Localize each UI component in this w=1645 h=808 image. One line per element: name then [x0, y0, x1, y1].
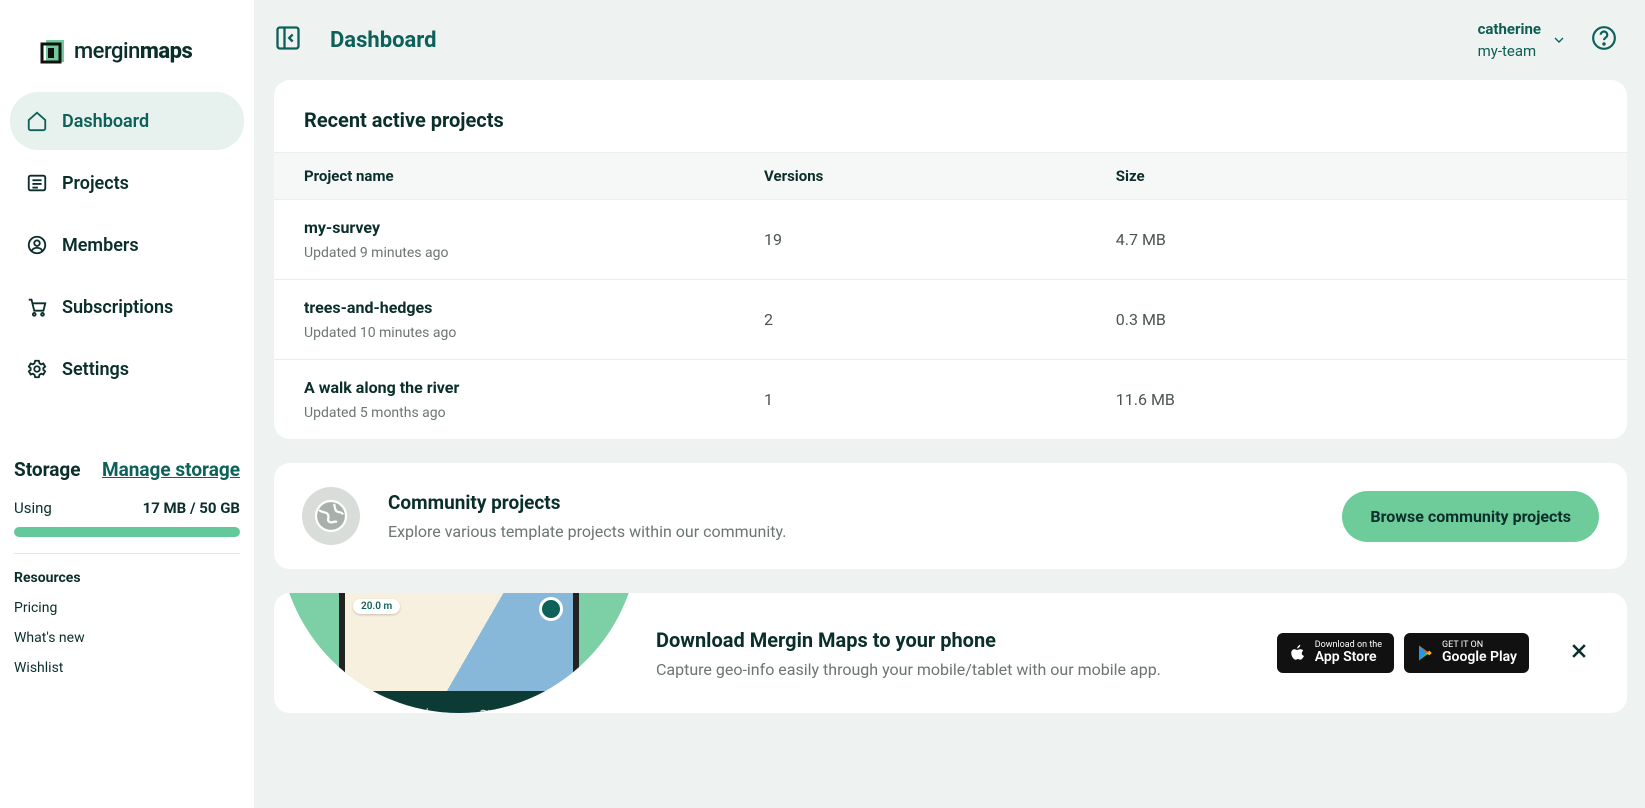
table-row[interactable]: my-survey Updated 9 minutes ago 19 4.7 M…	[274, 200, 1627, 280]
project-name: trees-and-hedges	[304, 298, 704, 317]
sidebar-item-projects[interactable]: Projects	[10, 154, 244, 212]
col-header-versions[interactable]: Versions	[734, 153, 1086, 200]
brand-text-1: mergin	[74, 39, 140, 64]
home-icon	[26, 110, 48, 132]
download-app-card: 20.0 m ⟳Sync ＋Add ≋Layers ⋯More Download…	[274, 593, 1627, 713]
project-size: 11.6 MB	[1086, 360, 1627, 440]
apple-icon	[1289, 643, 1307, 663]
main: Dashboard catherine my-team Recent activ…	[254, 0, 1645, 808]
play-big: Google Play	[1442, 650, 1517, 665]
brand-icon	[38, 36, 68, 66]
download-title: Download Mergin Maps to your phone	[656, 628, 1277, 652]
phone-distance-badge: 20.0 m	[353, 599, 400, 614]
recent-projects-table: Project name Versions Size my-survey Upd…	[274, 152, 1627, 439]
help-icon	[1591, 25, 1617, 51]
community-title: Community projects	[388, 491, 786, 514]
resource-link-wishlist[interactable]: Wishlist	[14, 660, 240, 676]
chevron-down-icon	[1551, 32, 1567, 48]
page-title: Dashboard	[330, 28, 437, 53]
project-size: 0.3 MB	[1086, 280, 1627, 360]
community-subtitle: Explore various template projects within…	[388, 522, 786, 541]
community-projects-card: Community projects Explore various templ…	[274, 463, 1627, 569]
sidebar-item-dashboard[interactable]: Dashboard	[10, 92, 244, 150]
resource-link-pricing[interactable]: Pricing	[14, 600, 240, 616]
location-icon	[539, 597, 563, 621]
cart-icon	[26, 296, 48, 318]
globe-icon	[302, 487, 360, 545]
sidebar: merginmaps Dashboard Projects Members Su…	[0, 0, 254, 808]
content: Recent active projects Project name Vers…	[254, 80, 1645, 731]
manage-storage-link[interactable]: Manage storage	[102, 458, 240, 481]
user-icon	[26, 234, 48, 256]
recent-projects-card: Recent active projects Project name Vers…	[274, 80, 1627, 439]
appstore-big: App Store	[1315, 650, 1382, 665]
storage-using-value: 17 MB / 50 GB	[143, 499, 240, 517]
project-updated: Updated 5 months ago	[304, 405, 704, 421]
resources-title: Resources	[14, 570, 240, 586]
storage-panel: Storage Manage storage Using 17 MB / 50 …	[10, 458, 244, 690]
project-size: 4.7 MB	[1086, 200, 1627, 280]
sidebar-item-subscriptions[interactable]: Subscriptions	[10, 278, 244, 336]
panel-collapse-icon	[274, 24, 302, 52]
sidebar-item-settings[interactable]: Settings	[10, 340, 244, 398]
table-row[interactable]: A walk along the river Updated 5 months …	[274, 360, 1627, 440]
sidebar-item-label: Subscriptions	[62, 297, 173, 318]
download-subtitle: Capture geo-info easily through your mob…	[656, 660, 1277, 679]
topbar: Dashboard catherine my-team	[254, 0, 1645, 80]
recent-projects-title: Recent active projects	[274, 108, 1627, 152]
user-team: my-team	[1478, 42, 1537, 60]
project-versions: 1	[734, 360, 1086, 440]
resource-link-whatsnew[interactable]: What's new	[14, 630, 240, 646]
table-row[interactable]: trees-and-hedges Updated 10 minutes ago …	[274, 280, 1627, 360]
list-icon	[26, 172, 48, 194]
browse-community-button[interactable]: Browse community projects	[1342, 491, 1599, 542]
play-icon	[1416, 643, 1434, 663]
sidebar-item-members[interactable]: Members	[10, 216, 244, 274]
col-header-name[interactable]: Project name	[274, 153, 734, 200]
sidebar-item-label: Dashboard	[62, 111, 149, 132]
project-name: A walk along the river	[304, 378, 704, 397]
divider	[14, 553, 240, 554]
sidebar-nav: Dashboard Projects Members Subscriptions…	[10, 92, 244, 398]
sidebar-item-label: Settings	[62, 359, 129, 380]
brand-logo[interactable]: merginmaps	[10, 18, 244, 92]
google-play-button[interactable]: GET IT ONGoogle Play	[1404, 633, 1529, 673]
storage-title: Storage	[14, 458, 81, 481]
app-store-button[interactable]: Download on theApp Store	[1277, 633, 1394, 673]
storage-bar	[14, 527, 240, 537]
help-button[interactable]	[1591, 25, 1617, 55]
col-header-size[interactable]: Size	[1086, 153, 1627, 200]
gear-icon	[26, 358, 48, 380]
close-button[interactable]	[1559, 639, 1599, 667]
user-menu[interactable]: catherine my-team	[1478, 20, 1567, 60]
project-updated: Updated 9 minutes ago	[304, 245, 704, 261]
project-name: my-survey	[304, 218, 704, 237]
project-updated: Updated 10 minutes ago	[304, 325, 704, 341]
close-icon	[1569, 641, 1589, 661]
storage-using-label: Using	[14, 499, 52, 517]
sidebar-item-label: Members	[62, 235, 139, 256]
project-versions: 19	[734, 200, 1086, 280]
project-versions: 2	[734, 280, 1086, 360]
user-name: catherine	[1478, 20, 1541, 38]
sidebar-item-label: Projects	[62, 173, 129, 194]
brand-text-2: maps	[140, 39, 192, 64]
collapse-sidebar-button[interactable]	[274, 24, 302, 56]
phone-illustration: 20.0 m ⟳Sync ＋Add ≋Layers ⋯More	[274, 593, 644, 713]
